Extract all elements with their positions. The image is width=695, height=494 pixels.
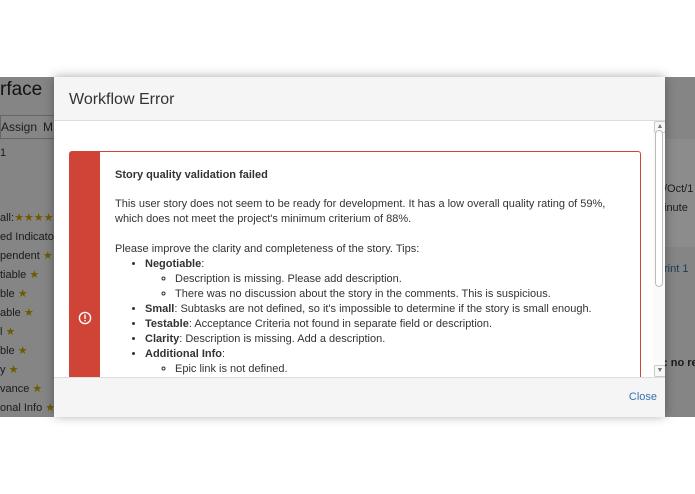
- dialog-title: Workflow Error: [69, 91, 175, 108]
- dialog-scrollbar[interactable]: ▲ ▼: [653, 121, 665, 377]
- tip-sublist: Epic link is not defined.: [145, 362, 635, 377]
- tip-label: Small: [145, 303, 175, 315]
- error-strip: [70, 152, 100, 377]
- error-intro: This user story does not seem to be read…: [115, 198, 606, 225]
- tip-negotiable: Negotiable: Description is missing. Plea…: [145, 257, 635, 302]
- tip-clarity: Clarity: Description is missing. Add a d…: [145, 332, 635, 347]
- tips-intro: Please improve the clarity and completen…: [115, 243, 420, 255]
- tip-label: Clarity: [145, 333, 180, 345]
- error-icon: [78, 311, 92, 325]
- workflow-error-dialog: Workflow Error Story quality validation …: [54, 77, 665, 417]
- tip-label: Additional Info: [145, 348, 222, 360]
- error-message-box: Story quality validation failed This use…: [69, 151, 641, 377]
- tip-small: Small: Subtasks are not defined, so it's…: [145, 302, 635, 317]
- close-button[interactable]: Close: [629, 391, 657, 403]
- dialog-header: Workflow Error: [54, 77, 665, 121]
- tip-testable: Testable: Acceptance Criteria not found …: [145, 317, 635, 332]
- list-item: There was no discussion about the story …: [175, 287, 635, 302]
- tip-text: : Subtasks are not defined, so it's impo…: [174, 303, 592, 315]
- tip-sublist: Description is missing. Please add descr…: [145, 272, 635, 302]
- error-heading: Story quality validation failed: [115, 169, 268, 181]
- error-content: Story quality validation failed This use…: [115, 168, 635, 377]
- dialog-body[interactable]: Story quality validation failed This use…: [54, 121, 665, 377]
- tip-additional-info: Additional Info: Epic link is not define…: [145, 347, 635, 377]
- dialog-footer: Close: [54, 377, 665, 417]
- tip-text: : Acceptance Criteria not found in separ…: [188, 318, 493, 330]
- tip-text: : Description is missing. Add a descript…: [179, 333, 386, 345]
- tips-list: Negotiable: Description is missing. Plea…: [115, 257, 635, 377]
- scroll-down-icon[interactable]: ▼: [654, 365, 665, 377]
- scrollbar-thumb[interactable]: [655, 130, 663, 287]
- tip-label: Negotiable: [145, 258, 202, 270]
- list-item: Epic link is not defined.: [175, 362, 635, 377]
- list-item: Description is missing. Please add descr…: [175, 272, 635, 287]
- tip-label: Testable: [145, 318, 189, 330]
